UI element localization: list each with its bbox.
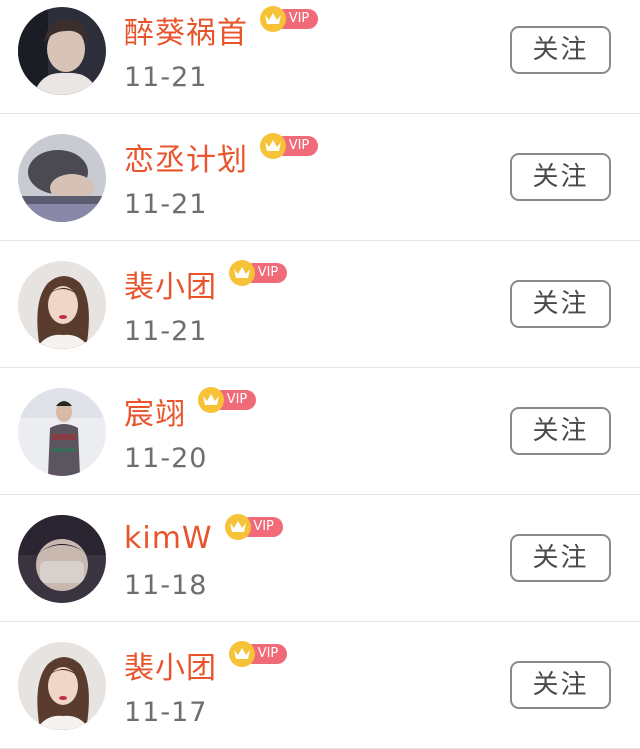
- avatar[interactable]: [18, 7, 106, 95]
- vip-badge: VIP: [260, 133, 318, 159]
- vip-badge: VIP: [224, 514, 283, 540]
- list-item[interactable]: 宸翊 VIP 11-20 关注: [0, 368, 640, 495]
- vip-badge: VIP: [260, 6, 318, 32]
- avatar[interactable]: [18, 261, 106, 349]
- list-item[interactable]: kimW VIP 11-18 关注: [0, 495, 640, 622]
- list-item[interactable]: 醉葵祸首 VIP 11-21 关注: [0, 0, 640, 114]
- avatar[interactable]: [18, 642, 106, 730]
- list-item[interactable]: 裴小团 VIP 11-21 关注: [0, 241, 640, 368]
- username[interactable]: 宸翊: [124, 389, 186, 433]
- follow-button[interactable]: 关注: [510, 534, 611, 582]
- follow-button[interactable]: 关注: [510, 280, 611, 328]
- follow-button[interactable]: 关注: [510, 153, 611, 201]
- follow-date: 11-17: [124, 697, 208, 728]
- avatar[interactable]: [18, 134, 106, 222]
- avatar[interactable]: [18, 515, 106, 603]
- username[interactable]: kimW: [124, 521, 213, 556]
- follow-date: 11-21: [124, 316, 208, 347]
- follow-date: 11-18: [124, 570, 208, 601]
- crown-icon: [198, 387, 224, 413]
- follower-list: 醉葵祸首 VIP 11-21 关注 恋丞计划 VIP 11-21 关注 裴小团 …: [0, 0, 640, 749]
- username[interactable]: 恋丞计划: [124, 135, 248, 179]
- crown-icon: [260, 133, 286, 159]
- username[interactable]: 醉葵祸首: [124, 8, 248, 52]
- vip-badge: VIP: [229, 260, 287, 286]
- username[interactable]: 裴小团: [124, 262, 217, 306]
- follow-date: 11-20: [124, 443, 208, 474]
- list-item[interactable]: 裴小团 VIP 11-17 关注: [0, 622, 640, 749]
- crown-icon: [224, 514, 251, 540]
- follow-date: 11-21: [124, 189, 208, 220]
- crown-icon: [260, 6, 286, 32]
- follow-button[interactable]: 关注: [510, 661, 611, 709]
- vip-badge: VIP: [229, 641, 287, 667]
- list-item[interactable]: 恋丞计划 VIP 11-21 关注: [0, 114, 640, 241]
- follow-button[interactable]: 关注: [510, 407, 611, 455]
- vip-badge: VIP: [198, 387, 256, 413]
- crown-icon: [229, 641, 255, 667]
- crown-icon: [229, 260, 255, 286]
- username[interactable]: 裴小团: [124, 643, 217, 687]
- follow-date: 11-21: [124, 62, 208, 93]
- follow-button[interactable]: 关注: [510, 26, 611, 74]
- avatar[interactable]: [18, 388, 106, 476]
